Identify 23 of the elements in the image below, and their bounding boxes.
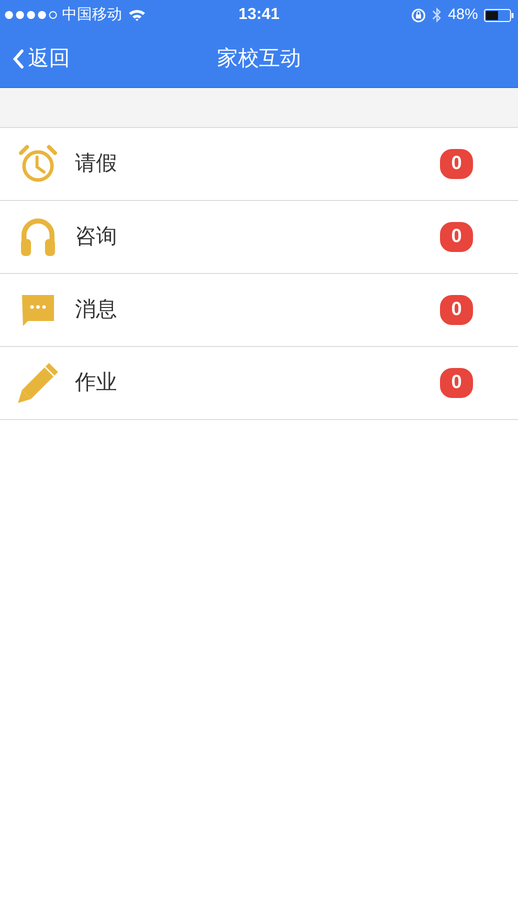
wifi-icon xyxy=(128,8,146,22)
rotation-lock-icon xyxy=(410,8,426,22)
alarm-clock-icon xyxy=(18,144,58,184)
bluetooth-icon xyxy=(432,7,442,23)
menu-label: 消息 xyxy=(75,297,117,324)
signal-strength-icon xyxy=(4,10,60,20)
menu-label: 咨询 xyxy=(75,224,117,250)
page-title: 家校互动 xyxy=(217,46,301,72)
count-badge: 0 xyxy=(440,295,473,325)
headphones-icon xyxy=(20,217,56,257)
battery-icon xyxy=(484,8,514,22)
count-badge: 0 xyxy=(440,368,473,398)
chevron-left-icon xyxy=(12,48,24,68)
chat-bubble-icon xyxy=(20,293,56,327)
back-button[interactable]: 返回 xyxy=(0,42,70,74)
carrier-name: 中国移动 xyxy=(62,4,122,25)
count-badge: 0 xyxy=(440,222,473,252)
count-badge: 0 xyxy=(440,149,473,179)
battery-percentage: 48% xyxy=(448,4,478,25)
menu-label: 作业 xyxy=(75,370,117,396)
pencil-icon xyxy=(16,362,58,404)
status-time: 13:41 xyxy=(238,5,280,25)
menu-label: 请假 xyxy=(75,151,117,178)
